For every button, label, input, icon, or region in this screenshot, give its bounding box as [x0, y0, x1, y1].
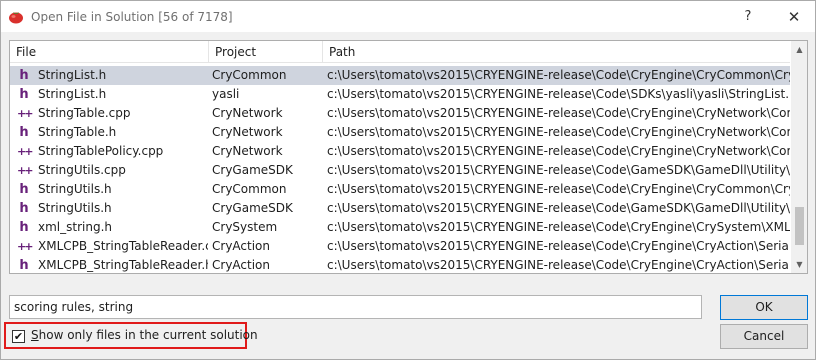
- project-name: CryCommon: [212, 182, 287, 196]
- file-path: c:\Users\tomato\vs2015\CRYENGINE-release…: [327, 201, 790, 215]
- file-name: StringTable.cpp: [38, 106, 131, 120]
- column-header: File Project Path: [10, 41, 790, 63]
- project-name: CryGameSDK: [212, 201, 293, 215]
- tomato-icon: [9, 12, 23, 24]
- table-row[interactable]: ++ StringTable.cpp CryNetwork c:\Users\toma…: [10, 104, 790, 123]
- cpp-file-icon: ++: [17, 164, 33, 177]
- header-file-icon: h: [19, 182, 29, 197]
- file-name: StringUtils.h: [38, 201, 112, 215]
- table-row[interactable]: h StringList.h yasli c:\Users\tomato\vs2015…: [10, 85, 790, 104]
- scroll-down-arrow-icon[interactable]: ▼: [791, 256, 807, 273]
- table-row[interactable]: h StringTable.h CryNetwork c:\Users\tomato\…: [10, 123, 790, 142]
- file-name: StringTablePolicy.cpp: [38, 144, 164, 158]
- file-name: StringTable.h: [38, 125, 117, 139]
- table-row[interactable]: ++ StringUtils.cpp CryGameSDK c:\Users\toma…: [10, 161, 790, 180]
- table-row[interactable]: ++ StringTablePolicy.cpp CryNetwork c:\User…: [10, 142, 790, 161]
- table-row[interactable]: h StringList.h CryCommon c:\Users\tomato\vs…: [10, 66, 790, 85]
- project-name: CrySystem: [212, 220, 278, 234]
- header-file-icon: h: [19, 125, 29, 140]
- file-path: c:\Users\tomato\vs2015\CRYENGINE-release…: [327, 239, 790, 253]
- table-row[interactable]: h xml_string.h CrySystem c:\Users\tomato\vs…: [10, 218, 790, 237]
- cpp-file-icon: ++: [17, 107, 33, 120]
- search-input[interactable]: [9, 295, 702, 319]
- file-path: c:\Users\tomato\vs2015\CRYENGINE-release…: [327, 182, 790, 196]
- ok-button[interactable]: OK: [720, 295, 808, 320]
- solution-only-checkbox[interactable]: ✔: [12, 330, 25, 343]
- table-row[interactable]: h StringUtils.h CryGameSDK c:\Users\tomato\…: [10, 199, 790, 218]
- file-path: c:\Users\tomato\vs2015\CRYENGINE-release…: [327, 125, 790, 139]
- file-list[interactable]: File Project Path h StringList.h CryCommon…: [9, 40, 808, 274]
- table-row[interactable]: h StringUtils.h CryCommon c:\Users\tomato\v…: [10, 180, 790, 199]
- project-name: CryNetwork: [212, 125, 283, 139]
- cpp-file-icon: ++: [17, 145, 33, 158]
- cpp-file-icon: ++: [17, 240, 33, 253]
- scroll-up-arrow-icon[interactable]: ▲: [791, 41, 807, 58]
- solution-only-option: ✔ Show only files in the current solutio…: [4, 322, 258, 349]
- window-title: Open File in Solution [56 of 7178]: [31, 10, 233, 24]
- file-name: StringList.h: [38, 68, 107, 82]
- column-project[interactable]: Project: [209, 41, 323, 63]
- open-file-dialog: Open File in Solution [56 of 7178] ? ✕ F…: [0, 0, 816, 360]
- file-path: c:\Users\tomato\vs2015\CRYENGINE-release…: [327, 106, 790, 120]
- file-path: c:\Users\tomato\vs2015\CRYENGINE-release…: [327, 163, 790, 177]
- title-bar: Open File in Solution [56 of 7178] ? ✕: [1, 1, 815, 32]
- solution-only-label[interactable]: Show only files in the current solution: [31, 328, 258, 342]
- header-file-icon: h: [19, 220, 29, 235]
- solution-only-label-text: how only files in the current solution: [38, 328, 258, 342]
- close-button[interactable]: ✕: [779, 5, 809, 29]
- project-name: yasli: [212, 87, 240, 101]
- header-file-icon: h: [19, 68, 29, 83]
- column-file[interactable]: File: [10, 41, 209, 63]
- file-name: xml_string.h: [38, 220, 112, 234]
- file-rows: h StringList.h CryCommon c:\Users\tomato\vs…: [10, 66, 790, 273]
- file-name: StringList.h: [38, 87, 107, 101]
- header-file-icon: h: [19, 258, 29, 273]
- project-name: CryNetwork: [212, 106, 283, 120]
- project-name: CryCommon: [212, 68, 287, 82]
- project-name: CryAction: [212, 258, 270, 272]
- file-path: c:\Users\tomato\vs2015\CRYENGINE-release…: [327, 68, 790, 82]
- file-name: StringUtils.cpp: [38, 163, 126, 177]
- vertical-scrollbar[interactable]: ▲ ▼: [791, 41, 807, 273]
- header-file-icon: h: [19, 201, 29, 216]
- table-row[interactable]: h XMLCPB_StringTableReader.h CryAction c:\U…: [10, 256, 790, 273]
- project-name: CryAction: [212, 239, 270, 253]
- project-name: CryGameSDK: [212, 163, 293, 177]
- file-path: c:\Users\tomato\vs2015\CRYENGINE-release…: [327, 87, 790, 101]
- file-name: StringUtils.h: [38, 182, 112, 196]
- header-file-icon: h: [19, 87, 29, 102]
- file-name: XMLCPB_StringTableReader.h: [38, 258, 208, 272]
- cancel-button[interactable]: Cancel: [720, 324, 808, 349]
- help-button[interactable]: ?: [733, 5, 763, 29]
- file-path: c:\Users\tomato\vs2015\CRYENGINE-release…: [327, 144, 790, 158]
- scroll-thumb[interactable]: [795, 207, 804, 245]
- file-path: c:\Users\tomato\vs2015\CRYENGINE-release…: [327, 258, 790, 272]
- accelerator-key: S: [31, 328, 39, 342]
- file-name: XMLCPB_StringTableReader.c...: [38, 239, 208, 253]
- table-row[interactable]: ++ XMLCPB_StringTableReader.c... CryAction…: [10, 237, 790, 256]
- column-path[interactable]: Path: [323, 41, 790, 63]
- file-path: c:\Users\tomato\vs2015\CRYENGINE-release…: [327, 220, 790, 234]
- project-name: CryNetwork: [212, 144, 283, 158]
